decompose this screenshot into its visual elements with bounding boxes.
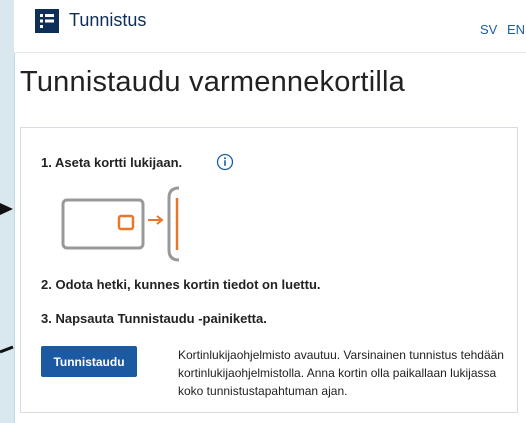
pointer-arrow-bottom [0, 345, 14, 354]
language-link-sv[interactable]: SV [480, 22, 497, 37]
instructions-card: 1. Aseta kortti lukijaan. 2. Odota hetki… [20, 127, 518, 413]
step-3-text: 3. Napsauta Tunnistaudu -painiketta. [41, 311, 267, 326]
card-reader-illustration [61, 186, 180, 262]
info-icon[interactable] [216, 153, 234, 171]
help-text: Kortinlukijaohjelmisto avautuu. Varsinai… [178, 348, 504, 398]
brand-name: Tunnistus [69, 10, 147, 30]
language-link-en[interactable]: EN [507, 22, 525, 37]
page-title: Tunnistaudu varmennekortilla [20, 66, 405, 98]
tunnistus-logo-icon [35, 9, 59, 33]
tunnistaudu-button[interactable]: Tunnistaudu [41, 346, 137, 377]
pointer-arrow-top [0, 203, 13, 215]
step-2-text: 2. Odota hetki, kunnes kortin tiedot on … [41, 277, 321, 292]
step-1-text: 1. Aseta kortti lukijaan. [41, 155, 183, 170]
header-bar: Tunnistus SV EN [14, 0, 526, 53]
